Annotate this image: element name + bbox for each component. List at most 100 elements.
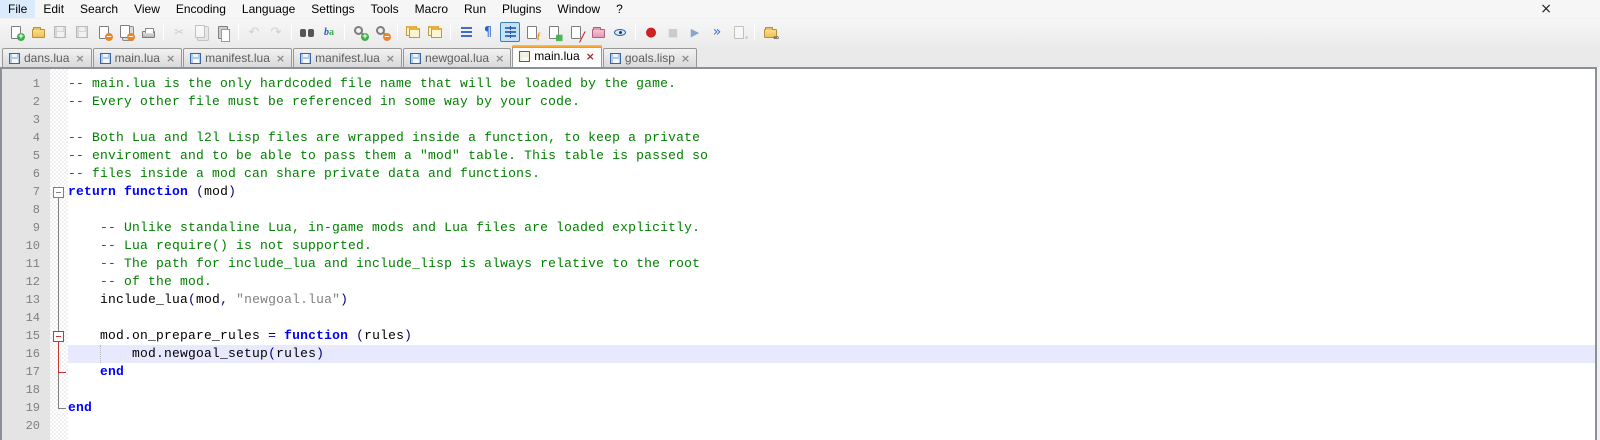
- sync-horizontal-scroll-icon[interactable]: [425, 22, 445, 42]
- user-defined-language-icon[interactable]: ▦: [544, 22, 564, 42]
- line-number[interactable]: 8: [2, 201, 50, 219]
- replace-icon[interactable]: ba: [319, 22, 339, 42]
- code-text-area[interactable]: -- main.lua is the only hardcoded file n…: [68, 69, 1595, 440]
- close-all-icon[interactable]: –: [116, 22, 136, 42]
- tab-main-lua[interactable]: main.lua ×: [92, 48, 183, 67]
- find-icon[interactable]: [297, 22, 317, 42]
- menu-item-edit[interactable]: Edit: [35, 0, 72, 18]
- tab-close-icon[interactable]: ×: [75, 52, 84, 65]
- show-all-characters-icon[interactable]: ¶: [478, 22, 498, 42]
- menu-item-encoding[interactable]: Encoding: [168, 0, 234, 18]
- line-number[interactable]: 9: [2, 219, 50, 237]
- line-number[interactable]: 18: [2, 381, 50, 399]
- line-number[interactable]: 16: [2, 345, 50, 363]
- code-line-15[interactable]: mod.on_prepare_rules = function (rules): [68, 327, 1595, 345]
- code-line-9[interactable]: -- Unlike standaline Lua, in-game mods a…: [68, 219, 1595, 237]
- copy-icon[interactable]: [191, 22, 211, 42]
- line-number[interactable]: 17: [2, 363, 50, 381]
- show-indent-guide-icon[interactable]: [500, 22, 520, 42]
- line-number[interactable]: 19: [2, 399, 50, 417]
- menu-item-[interactable]: ?: [608, 0, 631, 18]
- menu-item-language[interactable]: Language: [234, 0, 303, 18]
- menu-item-plugins[interactable]: Plugins: [494, 0, 549, 18]
- line-number-gutter[interactable]: 1 2 3 4 5 6 7 8 9 10 11 12 13 14 15 16 17 18 19 20: [2, 69, 50, 440]
- line-number[interactable]: 20: [2, 417, 50, 435]
- line-number[interactable]: 15: [2, 327, 50, 345]
- code-line-10[interactable]: -- Lua require() is not supported.: [68, 237, 1595, 255]
- menu-item-window[interactable]: Window: [549, 0, 608, 18]
- undo-icon[interactable]: ↶: [244, 22, 264, 42]
- tab-manifest-lua[interactable]: manifest.lua ×: [183, 48, 293, 67]
- menu-item-view[interactable]: View: [126, 0, 168, 18]
- fold-margin[interactable]: [50, 69, 68, 440]
- sync-vertical-scroll-icon[interactable]: [403, 22, 423, 42]
- code-line-2[interactable]: -- Every other file must be referenced i…: [68, 93, 1595, 111]
- zoom-in-icon[interactable]: +: [350, 22, 370, 42]
- menu-item-run[interactable]: Run: [456, 0, 494, 18]
- code-line-7[interactable]: return function (mod): [68, 183, 1595, 201]
- save-icon[interactable]: [50, 22, 70, 42]
- line-number[interactable]: 13: [2, 291, 50, 309]
- line-number[interactable]: 1: [2, 75, 50, 93]
- tab-manifest-lua[interactable]: manifest.lua ×: [293, 48, 403, 67]
- close-icon[interactable]: –: [94, 22, 114, 42]
- line-number[interactable]: 4: [2, 129, 50, 147]
- fold-collapse-icon[interactable]: [53, 187, 64, 198]
- code-line-1[interactable]: -- main.lua is the only hardcoded file n…: [68, 75, 1595, 93]
- document-map-icon[interactable]: ╱: [566, 22, 586, 42]
- redo-icon[interactable]: ↷: [266, 22, 286, 42]
- line-number[interactable]: 14: [2, 309, 50, 327]
- code-line-20[interactable]: [68, 417, 1595, 435]
- code-line-4[interactable]: -- Both Lua and l2l Lisp files are wrapp…: [68, 129, 1595, 147]
- save-all-icon[interactable]: [72, 22, 92, 42]
- new-file-icon[interactable]: +: [6, 22, 26, 42]
- line-number[interactable]: 6: [2, 165, 50, 183]
- function-list-icon[interactable]: ƒ: [522, 22, 542, 42]
- paste-icon[interactable]: [213, 22, 233, 42]
- code-line-12[interactable]: -- of the mod.: [68, 273, 1595, 291]
- macro-stop-icon[interactable]: ■: [663, 22, 683, 42]
- print-icon[interactable]: [138, 22, 158, 42]
- line-number[interactable]: 3: [2, 111, 50, 129]
- line-number[interactable]: 12: [2, 273, 50, 291]
- tab-close-icon[interactable]: ×: [276, 52, 285, 65]
- menu-item-search[interactable]: Search: [72, 0, 126, 18]
- code-line-11[interactable]: -- The path for include_lua and include_…: [68, 255, 1595, 273]
- zoom-out-icon[interactable]: –: [372, 22, 392, 42]
- code-line-16-current[interactable]: mod.newgoal_setup(rules): [68, 345, 1595, 363]
- tab-main-lua-active[interactable]: main.lua ×: [512, 45, 602, 67]
- window-close-icon[interactable]: ×: [1536, 0, 1556, 18]
- open-file-icon[interactable]: [28, 22, 48, 42]
- tab-newgoal-lua[interactable]: newgoal.lua ×: [403, 48, 512, 67]
- cut-icon[interactable]: ✂: [169, 22, 189, 42]
- line-number[interactable]: 11: [2, 255, 50, 273]
- macro-run-multiple-icon[interactable]: »: [707, 22, 727, 42]
- code-line-19[interactable]: end: [68, 399, 1595, 417]
- code-line-5[interactable]: -- enviroment and to be able to pass the…: [68, 147, 1595, 165]
- code-line-18[interactable]: [68, 381, 1595, 399]
- menu-item-settings[interactable]: Settings: [303, 0, 362, 18]
- doc-switcher-icon[interactable]: [588, 22, 608, 42]
- tab-close-icon[interactable]: ×: [586, 50, 595, 63]
- macro-record-icon[interactable]: ●: [641, 22, 661, 42]
- fold-collapse-icon[interactable]: [53, 331, 64, 342]
- tab-dans-lua[interactable]: dans.lua ×: [2, 48, 92, 67]
- menu-item-macro[interactable]: Macro: [407, 0, 456, 18]
- tab-close-icon[interactable]: ×: [681, 52, 690, 65]
- tab-close-icon[interactable]: ×: [166, 52, 175, 65]
- code-editor[interactable]: 1 2 3 4 5 6 7 8 9 10 11 12 13 14 15 16 17 18 19 20 -- main.…: [0, 67, 1597, 440]
- line-number[interactable]: 10: [2, 237, 50, 255]
- macro-play-icon[interactable]: ▶: [685, 22, 705, 42]
- code-line-6[interactable]: -- files inside a mod can share private …: [68, 165, 1595, 183]
- word-wrap-icon[interactable]: [456, 22, 476, 42]
- code-line-3[interactable]: [68, 111, 1595, 129]
- open-containing-folder-icon[interactable]: ∞: [760, 22, 780, 42]
- code-line-17[interactable]: end: [68, 363, 1595, 381]
- menu-item-file[interactable]: File: [0, 0, 36, 18]
- line-number[interactable]: 2: [2, 93, 50, 111]
- tab-close-icon[interactable]: ×: [495, 52, 504, 65]
- macro-save-icon[interactable]: ▪: [729, 22, 749, 42]
- monitoring-icon[interactable]: [610, 22, 630, 42]
- line-number[interactable]: 5: [2, 147, 50, 165]
- code-line-13[interactable]: include_lua(mod, "newgoal.lua"): [68, 291, 1595, 309]
